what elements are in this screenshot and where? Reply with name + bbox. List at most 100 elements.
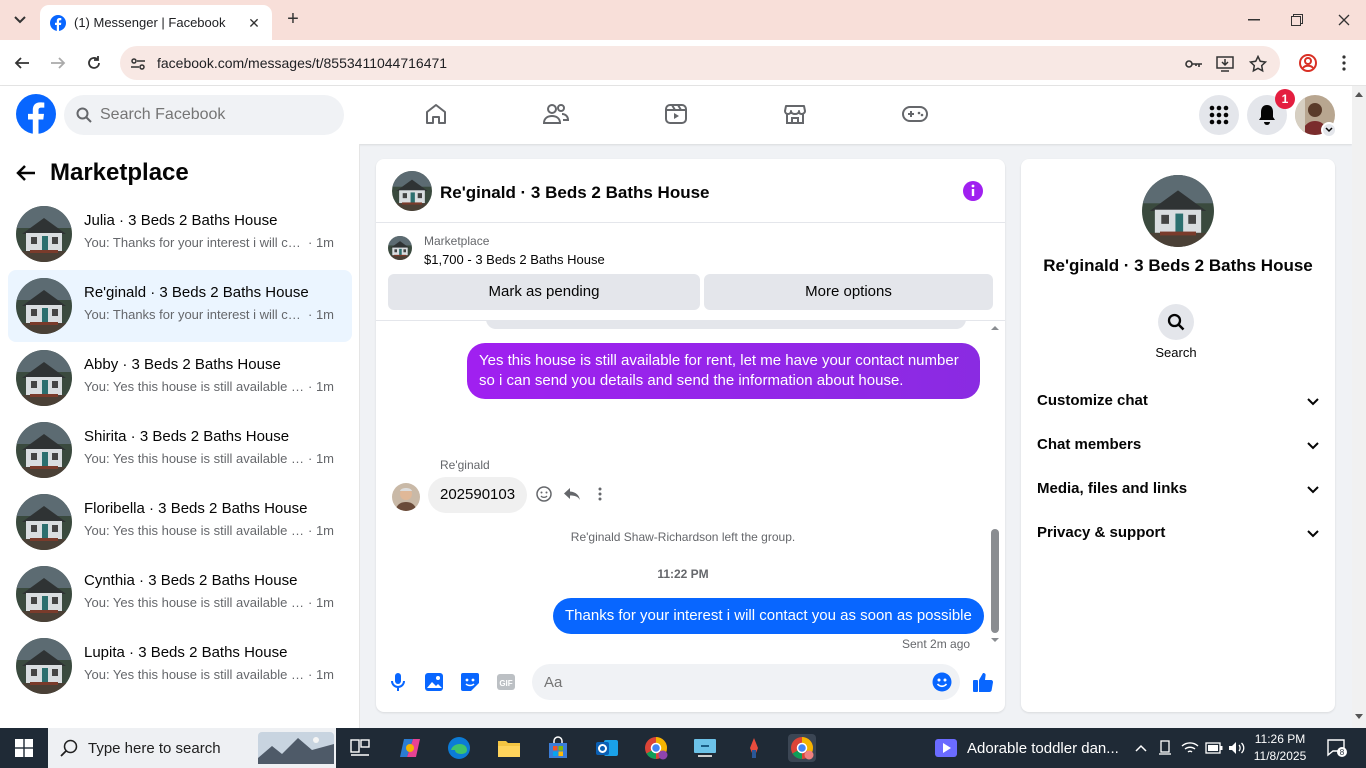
- close-window-icon[interactable]: [1332, 8, 1356, 32]
- conversation-item[interactable]: Lupita · 3 Beds 2 Baths House You: Yes th…: [8, 630, 352, 702]
- battery-icon[interactable]: [1205, 739, 1223, 757]
- chevron-down-icon[interactable]: [1321, 122, 1337, 138]
- minimize-icon[interactable]: [1242, 8, 1266, 32]
- address-bar[interactable]: facebook.com/messages/t/8553411044716471: [120, 46, 1280, 80]
- bookmark-star-icon[interactable]: [1248, 54, 1268, 74]
- info-icon[interactable]: [962, 180, 984, 202]
- chrome-active-icon[interactable]: [788, 734, 816, 762]
- tab-search-icon[interactable]: [8, 8, 32, 32]
- listing-price: $1,700 - 3 Beds 2 Baths House: [424, 252, 605, 267]
- marketplace-listing-row[interactable]: Marketplace $1,700 - 3 Beds 2 Baths Hous…: [376, 223, 1005, 273]
- forward-icon[interactable]: [46, 51, 70, 75]
- facebook-search[interactable]: [64, 95, 344, 135]
- friends-icon[interactable]: [540, 98, 572, 130]
- news-widget[interactable]: Adorable toddler dan...: [934, 728, 1119, 768]
- edge-icon[interactable]: [445, 734, 473, 762]
- marketplace-icon[interactable]: [779, 98, 811, 130]
- chevron-up-icon[interactable]: [1132, 739, 1150, 757]
- sender-name: Re'ginald: [440, 458, 490, 472]
- conversation-item[interactable]: Abby · 3 Beds 2 Baths House You: Yes this…: [8, 342, 352, 414]
- chat-title[interactable]: Re'ginald · 3 Beds 2 Baths House: [440, 183, 710, 203]
- menu-grid-button[interactable]: [1199, 95, 1239, 135]
- gif-icon[interactable]: GIF: [494, 670, 518, 694]
- reload-icon[interactable]: [82, 51, 106, 75]
- file-explorer-icon[interactable]: [495, 734, 523, 762]
- conversation-item[interactable]: Cynthia · 3 Beds 2 Baths House You: Yes t…: [8, 558, 352, 630]
- customize-chat-section[interactable]: Customize chat: [1029, 379, 1327, 423]
- media-files-links-section[interactable]: Media, files and links: [1029, 467, 1327, 511]
- chrome-profile-icon[interactable]: [642, 734, 670, 762]
- page-scrollbar[interactable]: [1352, 86, 1366, 728]
- paint-app-icon[interactable]: [740, 734, 768, 762]
- tab-close-icon[interactable]: ✕: [246, 15, 262, 31]
- scrollbar-thumb[interactable]: [991, 529, 999, 633]
- react-icon[interactable]: [534, 484, 554, 504]
- conversation-item[interactable]: Shirita · 3 Beds 2 Baths House You: Yes t…: [8, 414, 352, 486]
- mark-as-pending-button[interactable]: Mark as pending: [388, 274, 700, 310]
- wifi-icon[interactable]: [1181, 739, 1199, 757]
- conversation-name: Abby · 3 Beds 2 Baths House: [84, 356, 281, 373]
- conversation-name: Julia · 3 Beds 2 Baths House: [84, 212, 278, 229]
- thumbs-up-icon[interactable]: [971, 670, 995, 694]
- conversation-name: Shirita · 3 Beds 2 Baths House: [84, 428, 290, 445]
- section-label: Privacy & support: [1037, 524, 1166, 541]
- gaming-icon[interactable]: [899, 98, 931, 130]
- copilot-icon[interactable]: [396, 734, 424, 762]
- sender-avatar[interactable]: [392, 483, 420, 511]
- emoji-icon[interactable]: [932, 672, 952, 692]
- conversation-item[interactable]: Julia · 3 Beds 2 Baths House You: Thanks …: [8, 198, 352, 270]
- home-icon[interactable]: [420, 98, 452, 130]
- section-label: Chat members: [1037, 436, 1142, 453]
- system-clock[interactable]: 11:26 PM 11/8/2025: [1250, 731, 1310, 765]
- conversation-item[interactable]: Floribella · 3 Beds 2 Baths House You: Ye…: [8, 486, 352, 558]
- incoming-message[interactable]: 202590103: [428, 477, 528, 513]
- volume-icon[interactable]: [1228, 739, 1246, 757]
- remote-desktop-icon[interactable]: [691, 734, 719, 762]
- restore-icon[interactable]: [1285, 8, 1309, 32]
- back-icon[interactable]: [10, 51, 34, 75]
- profile-icon[interactable]: [1296, 51, 1320, 75]
- conversation-name: Re'ginald · 3 Beds 2 Baths House: [84, 284, 309, 301]
- message-input[interactable]: [544, 673, 924, 691]
- photo-icon[interactable]: [422, 670, 446, 694]
- install-app-icon[interactable]: [1215, 54, 1235, 74]
- task-view-icon[interactable]: [346, 734, 374, 762]
- chat-avatar[interactable]: [392, 171, 432, 211]
- conversation-avatar: [16, 422, 72, 478]
- chat-members-section[interactable]: Chat members: [1029, 423, 1327, 467]
- message-input-box[interactable]: [532, 664, 960, 700]
- device-icon[interactable]: [1156, 739, 1174, 757]
- chat-panel: Re'ginald · 3 Beds 2 Baths House Marketp…: [376, 159, 1005, 712]
- news-headline: Adorable toddler dan...: [967, 739, 1119, 757]
- taskbar-search[interactable]: Type here to search: [48, 728, 336, 768]
- microphone-icon[interactable]: [386, 670, 410, 694]
- reply-icon[interactable]: [562, 484, 582, 504]
- privacy-support-section[interactable]: Privacy & support: [1029, 511, 1327, 555]
- back-arrow-icon[interactable]: [16, 164, 36, 182]
- notifications-button[interactable]: 1: [1247, 89, 1295, 135]
- windows-start-icon[interactable]: [0, 728, 48, 768]
- password-key-icon[interactable]: [1184, 54, 1204, 74]
- new-tab-icon[interactable]: +: [282, 8, 304, 30]
- outgoing-message[interactable]: Yes this house is still available for re…: [467, 343, 980, 399]
- site-info-icon[interactable]: [128, 54, 148, 74]
- conversation-avatar: [16, 566, 72, 622]
- search-highlight-image: [258, 732, 334, 764]
- sticker-icon[interactable]: [458, 670, 482, 694]
- more-options-button[interactable]: More options: [704, 274, 993, 310]
- facebook-search-input[interactable]: [100, 106, 320, 124]
- facebook-logo-icon[interactable]: [16, 94, 56, 134]
- outlook-icon[interactable]: [593, 734, 621, 762]
- previous-message-bubble: [486, 321, 966, 329]
- browser-menu-icon[interactable]: [1332, 51, 1356, 75]
- notification-center-icon[interactable]: 8: [1326, 737, 1348, 759]
- chat-search-button[interactable]: [1158, 304, 1194, 340]
- message-list[interactable]: Yes this house is still available for re…: [376, 321, 1005, 651]
- microsoft-store-icon[interactable]: [544, 734, 572, 762]
- more-actions-icon[interactable]: [590, 484, 610, 504]
- video-icon[interactable]: [660, 98, 692, 130]
- chevron-down-icon: [1307, 442, 1319, 450]
- browser-tab[interactable]: (1) Messenger | Facebook ✕: [40, 5, 272, 40]
- outgoing-message[interactable]: Thanks for your interest i will contact …: [553, 598, 984, 634]
- conversation-item[interactable]: Re'ginald · 3 Beds 2 Baths House You: Tha…: [8, 270, 352, 342]
